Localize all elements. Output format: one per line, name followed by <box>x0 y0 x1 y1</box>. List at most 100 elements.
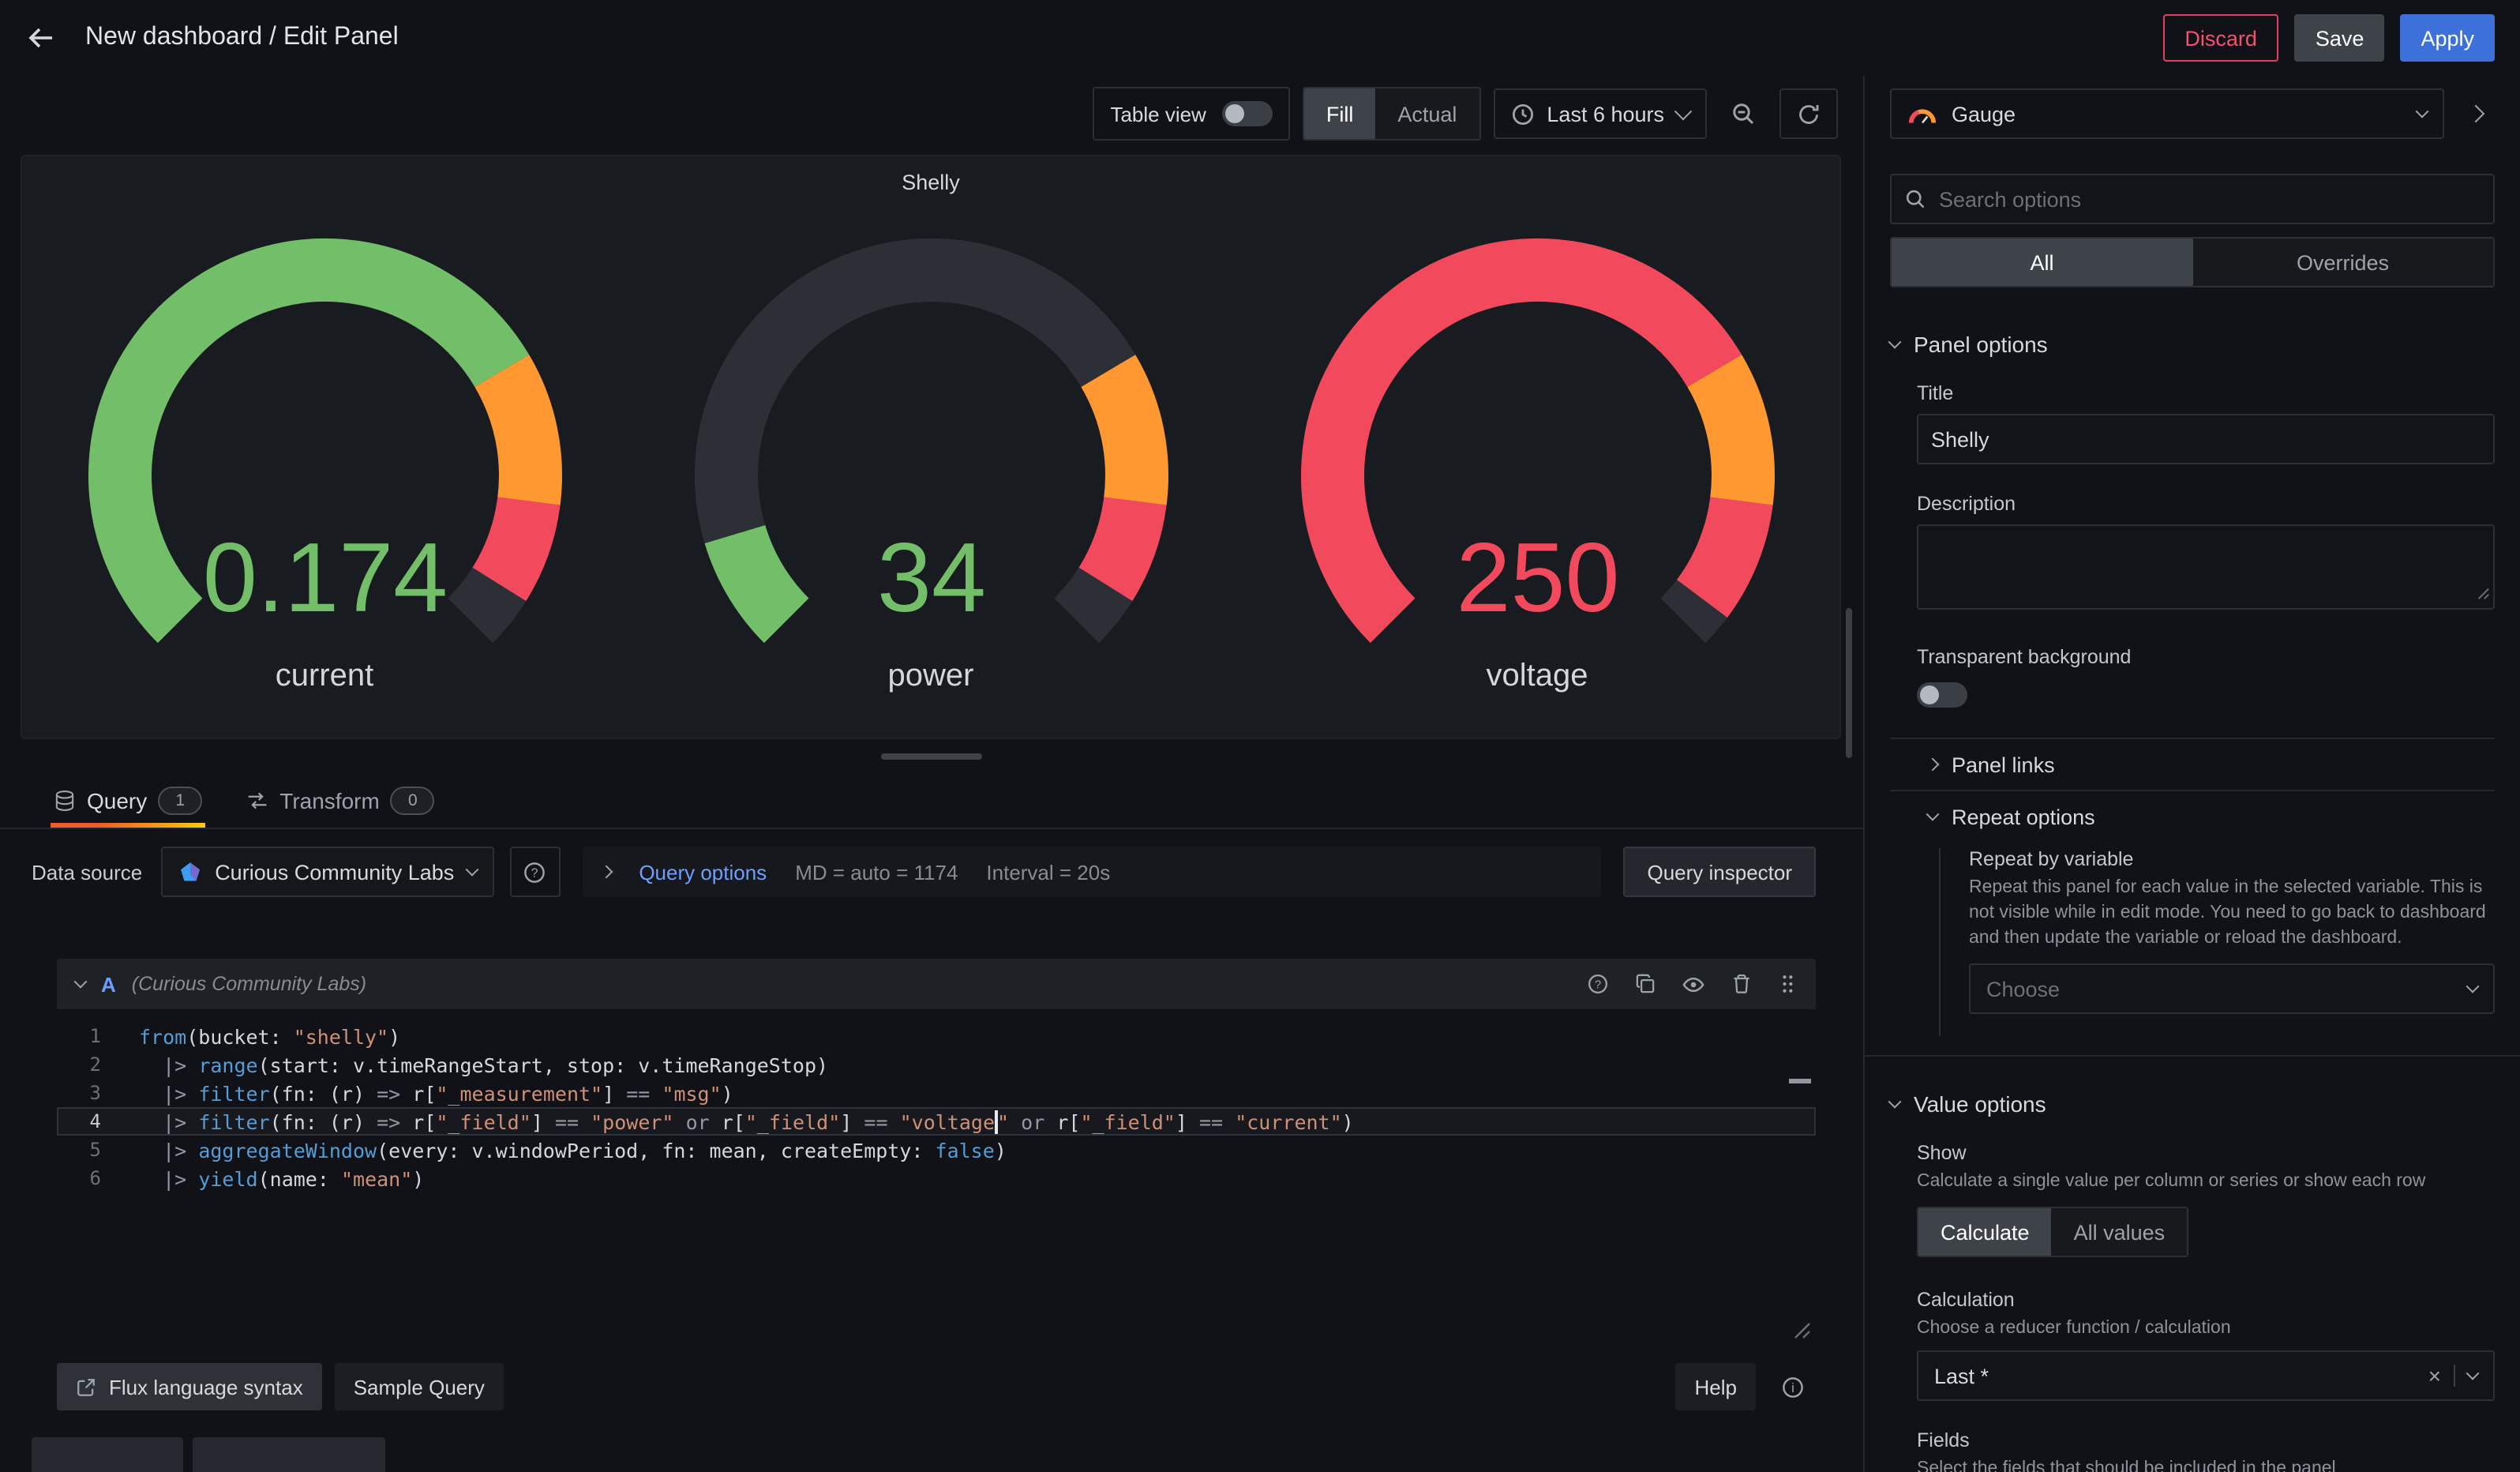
gauge-value: 0.174 <box>202 524 447 633</box>
time-range-label: Last 6 hours <box>1547 102 1664 126</box>
query-row-header[interactable]: A (Curious Community Labs) ? <box>57 959 1816 1009</box>
pane-splitter[interactable] <box>0 739 1863 774</box>
splitter-grip[interactable] <box>881 753 982 760</box>
gauge-viz-icon <box>1907 103 1937 124</box>
calculation-description: Choose a reducer function / calculation <box>1917 1316 2495 1341</box>
calculation-value: Last * <box>1934 1364 2416 1388</box>
options-scope-tabs: All Overrides <box>1890 237 2495 287</box>
panel-links-header[interactable]: Panel links <box>1928 739 2495 790</box>
panel-toolbar: Table view Fill Actual Last 6 hours <box>0 88 1838 139</box>
table-view-toggle[interactable] <box>1222 101 1273 126</box>
table-view-group: Table view <box>1093 87 1289 141</box>
code-text: |> filter(fn: (r) => r["_field"] == "pow… <box>139 1110 1354 1133</box>
editor-resize-grip[interactable] <box>1792 1320 1811 1346</box>
visualization-row: Gauge <box>1890 88 2495 139</box>
flux-code-editor[interactable]: 1from(bucket: "shelly")2 |> range(start:… <box>57 1009 1816 1350</box>
chevron-down-icon <box>1888 1095 1902 1109</box>
help-icon[interactable]: ? <box>1587 973 1609 995</box>
trash-icon[interactable] <box>1731 973 1753 995</box>
gauge-label: current <box>276 659 374 695</box>
panel-options-sidebar: Gauge All Overrides <box>1863 76 2520 1472</box>
apply-button[interactable]: Apply <box>2400 14 2495 62</box>
save-button[interactable]: Save <box>2295 14 2385 62</box>
panel-description-textarea[interactable] <box>1917 524 2495 610</box>
title-label: Title <box>1917 382 2495 404</box>
calculate-option[interactable]: Calculate <box>1918 1208 2052 1256</box>
tab-query-label: Query <box>87 788 147 813</box>
all-values-option[interactable]: All values <box>2052 1208 2188 1256</box>
actual-option[interactable]: Actual <box>1375 88 1479 139</box>
svg-text:i: i <box>1791 1380 1794 1395</box>
back-arrow-icon[interactable] <box>25 22 57 54</box>
search-icon <box>1904 188 1926 210</box>
code-line[interactable]: 5 |> aggregateWindow(every: v.windowPeri… <box>57 1136 1816 1164</box>
datasource-picker[interactable]: Curious Community Labs <box>161 847 493 897</box>
question-circle-icon: ? <box>523 860 546 884</box>
code-line[interactable]: 2 |> range(start: v.timeRangeStart, stop… <box>57 1050 1816 1079</box>
sample-query-button[interactable]: Sample Query <box>335 1363 504 1410</box>
panel-preview[interactable]: Shelly 0.174current34power250voltage <box>21 155 1841 739</box>
code-line[interactable]: 1from(bucket: "shelly") <box>57 1022 1816 1050</box>
panel-title-input[interactable] <box>1917 414 2495 464</box>
calculation-select[interactable]: Last * × <box>1917 1350 2495 1401</box>
chevron-down-icon <box>465 863 478 877</box>
transform-icon <box>246 790 268 812</box>
collapse-chevron-icon[interactable] <box>74 975 88 989</box>
chevron-right-icon <box>2467 105 2485 123</box>
zoom-out-button[interactable] <box>1719 88 1767 139</box>
overview-ruler-mark <box>1789 1079 1811 1083</box>
tab-all[interactable]: All <box>1892 238 2192 286</box>
tab-transform[interactable]: Transform 0 <box>246 774 435 828</box>
fields-description: Select the fields that should be include… <box>1917 1456 2495 1472</box>
chevron-down-icon <box>1926 808 1940 821</box>
code-text: |> yield(name: "mean") <box>139 1166 424 1190</box>
fields-label: Fields <box>1917 1429 2495 1451</box>
discard-button[interactable]: Discard <box>2162 14 2279 62</box>
chevron-down-icon <box>1674 103 1693 121</box>
fill-actual-segment: Fill Actual <box>1303 87 1481 141</box>
collapse-options-button[interactable] <box>2457 88 2495 139</box>
chevron-right-icon <box>1926 758 1940 772</box>
drag-handle-icon[interactable] <box>1778 973 1797 995</box>
fill-option[interactable]: Fill <box>1304 88 1376 139</box>
gauge-row: 0.174current34power250voltage <box>22 223 1839 695</box>
tab-query[interactable]: Query 1 <box>54 774 202 828</box>
panel-options-header[interactable]: Panel options <box>1890 329 2495 360</box>
add-query-button-cutoff[interactable] <box>32 1437 183 1472</box>
gauge-value: 34 <box>876 524 985 633</box>
code-line[interactable]: 6 |> yield(name: "mean") <box>57 1164 1816 1192</box>
transparent-bg-toggle[interactable] <box>1917 682 1967 708</box>
code-text: from(bucket: "shelly") <box>139 1024 400 1048</box>
code-line[interactable]: 4 |> filter(fn: (r) => r["_field"] == "p… <box>57 1107 1816 1136</box>
info-button[interactable]: i <box>1768 1361 1816 1412</box>
repeat-options-section: Repeat options Repeat by variable Repeat… <box>1928 791 2495 1036</box>
gauge: 0.174 current <box>21 223 628 695</box>
code-line[interactable]: 3 |> filter(fn: (r) => r["_measurement"]… <box>57 1079 1816 1107</box>
repeat-by-variable-label: Repeat by variable <box>1969 848 2495 870</box>
refresh-button[interactable] <box>1779 88 1838 139</box>
flux-syntax-button[interactable]: Flux language syntax <box>57 1363 322 1410</box>
repeat-variable-select[interactable]: Choose <box>1969 963 2495 1014</box>
datasource-help-button[interactable]: ? <box>509 847 560 897</box>
duplicate-icon[interactable] <box>1634 973 1656 995</box>
query-editor-row: A (Curious Community Labs) ? <box>57 959 1816 1350</box>
tab-overrides[interactable]: Overrides <box>2192 238 2493 286</box>
query-ref-id: A <box>101 972 116 996</box>
line-number: 3 <box>57 1082 101 1104</box>
value-options-header[interactable]: Value options <box>1890 1088 2495 1120</box>
search-options-input[interactable] <box>1890 174 2495 224</box>
datasource-name: Curious Community Labs <box>215 860 454 884</box>
clear-icon[interactable]: × <box>2428 1363 2441 1388</box>
visualization-picker[interactable]: Gauge <box>1890 88 2444 139</box>
time-range-picker[interactable]: Last 6 hours <box>1493 88 1707 139</box>
help-button[interactable]: Help <box>1676 1363 1757 1410</box>
query-inspector-button[interactable]: Query inspector <box>1623 847 1816 897</box>
scrollbar-thumb[interactable] <box>1846 608 1852 758</box>
panel-links-section: Panel links <box>1928 739 2495 790</box>
query-options-bar[interactable]: Query options MD = auto = 1174 Interval … <box>582 847 1601 897</box>
line-number: 6 <box>57 1167 101 1189</box>
add-expression-button-cutoff[interactable] <box>193 1437 385 1472</box>
tab-transform-label: Transform <box>279 788 380 813</box>
repeat-options-header[interactable]: Repeat options <box>1928 791 2495 842</box>
hide-response-eye-icon[interactable] <box>1682 972 1705 996</box>
